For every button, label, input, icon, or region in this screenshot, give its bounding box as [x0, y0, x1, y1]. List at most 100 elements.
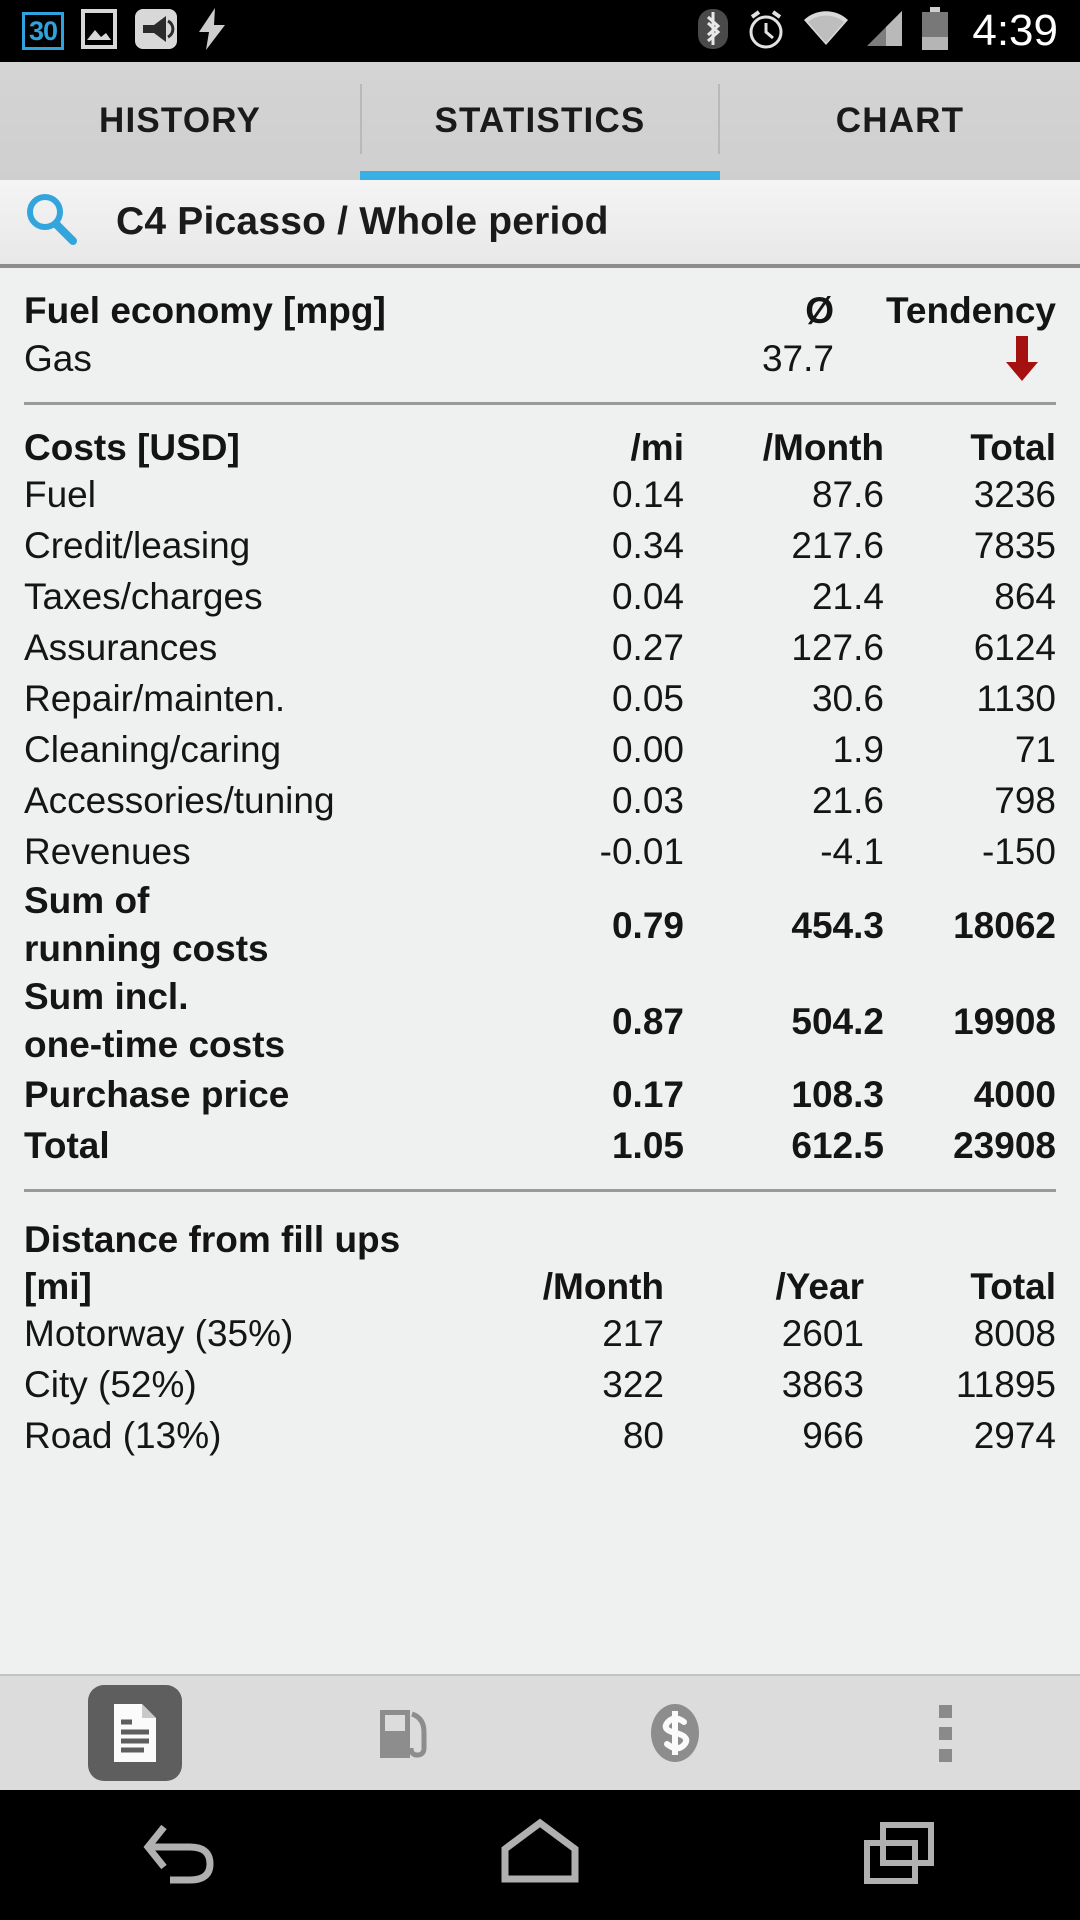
costs-row-per-month: 87.6 [811, 474, 884, 515]
battery-icon [920, 6, 950, 56]
costs-row-per-mile: 0.00 [611, 729, 684, 770]
costs-row-total: 1130 [976, 678, 1056, 719]
costs-row-per-month: -4.1 [820, 831, 884, 872]
tendency-down-arrow-icon [834, 332, 1056, 384]
distance-row-total: 8008 [973, 1313, 1056, 1354]
distance-row-total: 2974 [973, 1415, 1056, 1456]
costs-row-label: Fuel [24, 474, 96, 515]
table-row: Total 1.05 612.5 23908 [24, 1120, 1056, 1171]
costs-row-per-month: 612.5 [791, 1125, 884, 1166]
back-nav-button[interactable] [90, 1790, 270, 1920]
cell-signal-icon [864, 9, 906, 54]
costs-header-per-mile: /mi [630, 427, 684, 468]
costs-row-per-month: 21.6 [811, 780, 884, 821]
search-title-bar[interactable]: C4 Picasso / Whole period [0, 180, 1080, 268]
costs-row-total: 864 [994, 576, 1056, 617]
costs-row-label: Sum incl. one-time costs [24, 976, 286, 1065]
table-row: Taxes/charges 0.04 21.4 864 [24, 571, 1056, 622]
costs-row-total: 4000 [973, 1074, 1056, 1115]
badge-30-icon: 30 [22, 12, 64, 50]
table-row: City (52%) 322 3863 11895 [24, 1359, 1056, 1410]
distance-row-per-year: 2601 [781, 1313, 864, 1354]
home-nav-button[interactable] [450, 1790, 630, 1920]
page-title: C4 Picasso / Whole period [116, 200, 609, 243]
costs-row-per-mile: 0.03 [611, 780, 684, 821]
tab-history[interactable]: HISTORY [0, 62, 360, 180]
divider [24, 1189, 1056, 1192]
costs-row-total: 18062 [953, 904, 1056, 946]
costs-row-per-month: 454.3 [791, 904, 884, 946]
status-bar: 30 4:39 [0, 0, 1080, 62]
costs-row-label: Accessories/tuning [24, 780, 335, 821]
table-row: Sum of running costs 0.79 454.3 18062 [24, 877, 1056, 973]
report-document-icon [88, 1685, 182, 1781]
recents-nav-icon [857, 1817, 943, 1894]
costs-body: Fuel 0.14 87.6 3236 Credit/leasing 0.34 217.6 7… [24, 469, 1056, 1171]
costs-row-total: 71 [1014, 729, 1056, 770]
costs-row-label: Repair/mainten. [24, 678, 286, 719]
costs-row-per-month: 1.9 [832, 729, 884, 770]
costs-row-per-month: 504.2 [791, 1000, 884, 1042]
distance-row-total: 11895 [955, 1364, 1056, 1405]
distance-row-per-month: 217 [602, 1313, 664, 1354]
costs-row-per-mile: 0.27 [611, 627, 684, 668]
distance-row-per-year: 966 [802, 1415, 864, 1456]
costs-row-per-mile: 0.14 [611, 474, 684, 515]
distance-row-label: Motorway (35%) [24, 1313, 294, 1354]
distance-row-label: City (52%) [24, 1364, 197, 1405]
table-row: Purchase price 0.17 108.3 4000 [24, 1069, 1056, 1120]
fuel-economy-title: Fuel economy [mpg] [24, 290, 386, 331]
costs-title: Costs [USD] [24, 427, 240, 468]
table-row: Fuel 0.14 87.6 3236 [24, 469, 1056, 520]
distance-row-per-year: 3863 [781, 1364, 864, 1405]
costs-row-per-mile: 1.05 [611, 1125, 684, 1166]
tab-statistics[interactable]: STATISTICS [360, 62, 720, 180]
costs-row-total: 798 [994, 780, 1056, 821]
costs-row-total: -150 [981, 831, 1056, 872]
table-row: Accessories/tuning 0.03 21.6 798 [24, 775, 1056, 826]
tab-divider-left [360, 84, 362, 154]
distance-header-per-month: /Month [542, 1266, 664, 1307]
fuel-pump-button[interactable] [270, 1676, 540, 1790]
costs-row-total: 6124 [973, 627, 1056, 668]
distance-unit-header: [mi] [24, 1266, 92, 1307]
costs-header-total: Total [970, 427, 1056, 468]
table-row: Sum incl. one-time costs 0.87 504.2 19908 [24, 973, 1056, 1069]
distance-table: [mi] /Month /Year Total Motorway (35%) 21… [24, 1266, 1056, 1461]
costs-header-row: Costs [USD] /mi /Month Total [24, 427, 1056, 469]
table-row: Gas 37.7 [24, 332, 1056, 384]
image-icon [81, 8, 117, 54]
costs-row-per-mile: 0.34 [611, 525, 684, 566]
bottom-toolbar [0, 1674, 1080, 1790]
costs-money-button[interactable] [540, 1676, 810, 1790]
costs-row-total: 23908 [953, 1125, 1056, 1166]
table-row: Motorway (35%) 217 2601 8008 [24, 1308, 1056, 1359]
table-row: Cleaning/caring 0.00 1.9 71 [24, 724, 1056, 775]
overflow-menu-button[interactable] [810, 1676, 1080, 1790]
fuel-pump-icon [372, 1700, 438, 1766]
tab-chart[interactable]: CHART [720, 62, 1080, 180]
search-icon[interactable] [22, 191, 80, 254]
fuel-economy-row-avg: 37.7 [761, 337, 834, 379]
fuel-economy-table: Fuel economy [mpg] Ø Tendency Gas 37.7 [24, 290, 1056, 384]
costs-row-label: Sum of running costs [24, 880, 269, 969]
recents-nav-button[interactable] [810, 1790, 990, 1920]
costs-row-total: 19908 [953, 1000, 1056, 1042]
tab-history-label: HISTORY [98, 101, 262, 140]
fuel-economy-avg-header: Ø [805, 290, 834, 331]
table-row: Repair/mainten. 0.05 30.6 1130 [24, 673, 1056, 724]
megaphone-icon [134, 8, 178, 55]
alarm-clock-icon [744, 7, 788, 56]
costs-row-per-mile: 0.04 [611, 576, 684, 617]
costs-row-per-mile: -0.01 [599, 831, 684, 872]
table-row: Revenues -0.01 -4.1 -150 [24, 826, 1056, 877]
tab-statistics-label: STATISTICS [434, 101, 646, 140]
distance-row-per-month: 80 [622, 1415, 664, 1456]
costs-row-per-mile: 0.17 [611, 1074, 684, 1115]
status-bar-left-icons: 30 [22, 7, 229, 56]
fuel-economy-header-row: Fuel economy [mpg] Ø Tendency [24, 290, 1056, 332]
distance-row-per-month: 322 [602, 1364, 664, 1405]
costs-row-label: Credit/leasing [24, 525, 251, 566]
home-nav-icon [497, 1817, 583, 1894]
report-document-button[interactable] [0, 1676, 270, 1790]
